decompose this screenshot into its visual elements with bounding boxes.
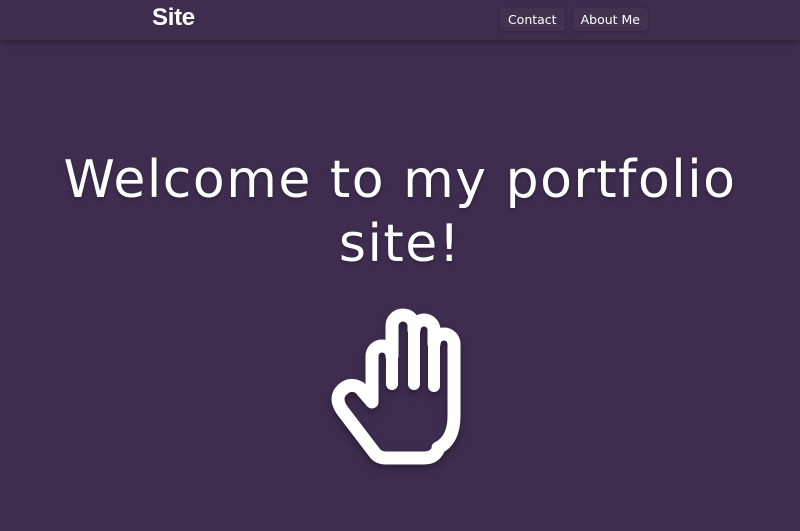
navbar: Site Contact About Me <box>0 0 800 40</box>
hero-title: Welcome to my portfolio site! <box>63 150 737 274</box>
site-brand-link[interactable]: Site <box>152 4 195 32</box>
nav-link-about-me[interactable]: About Me <box>572 8 648 31</box>
nav-links: Contact About Me <box>499 8 648 31</box>
nav-link-contact[interactable]: Contact <box>499 8 565 31</box>
hand-icon <box>331 308 461 465</box>
